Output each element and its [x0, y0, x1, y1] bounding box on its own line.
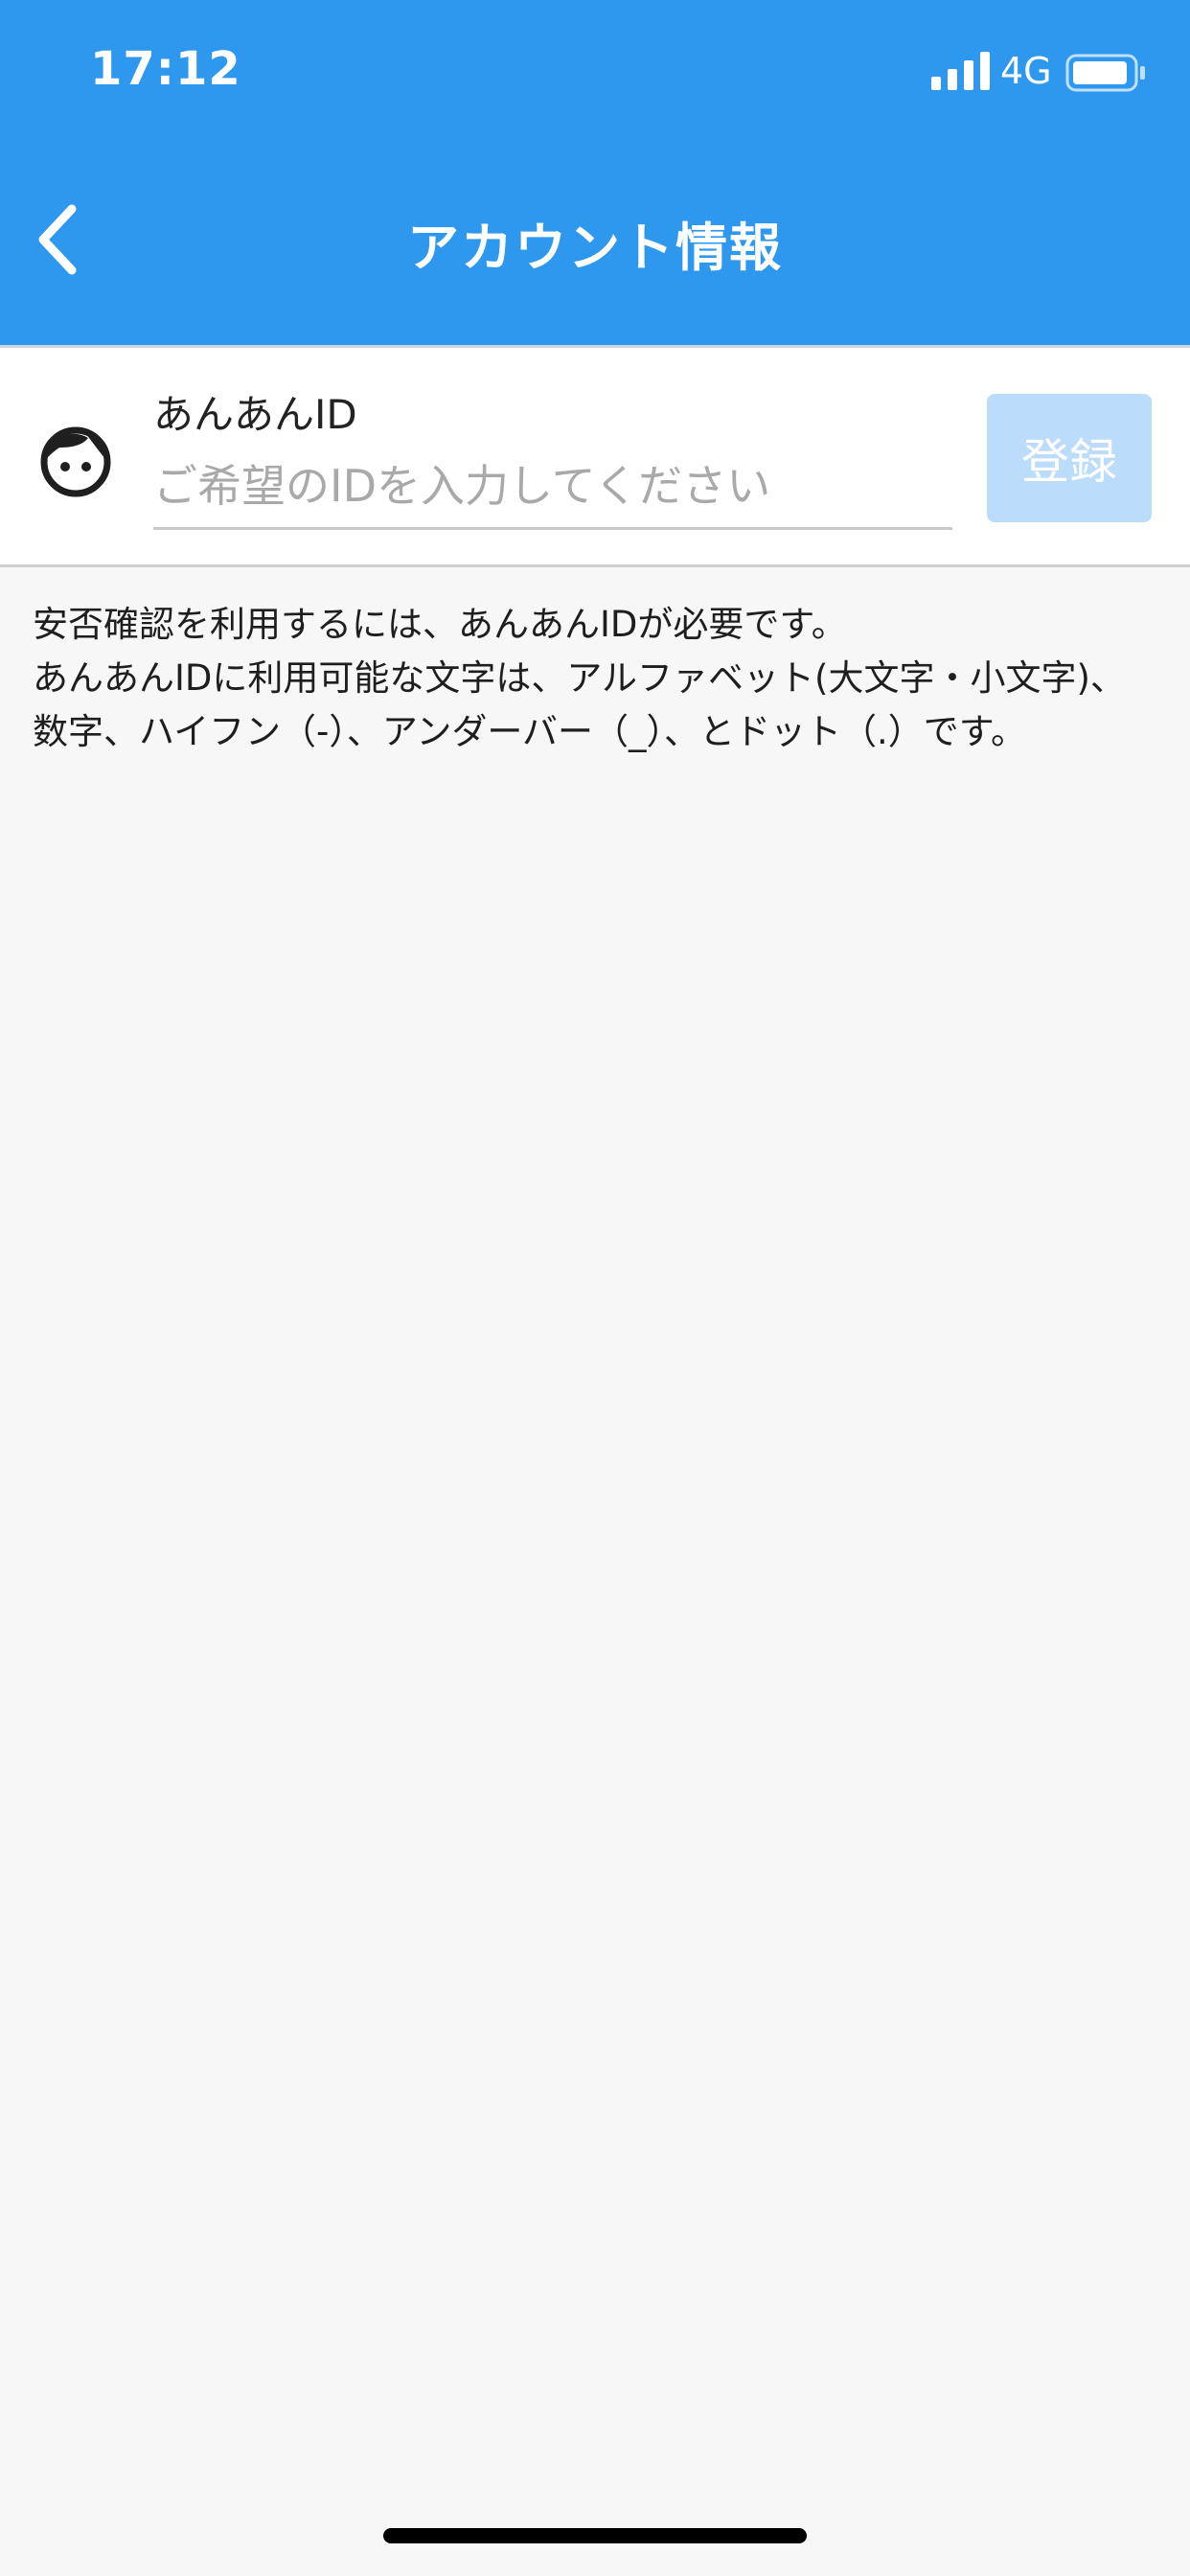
battery-icon [1065, 54, 1145, 92]
register-button[interactable]: 登録 [987, 394, 1152, 522]
status-time: 17:12 [90, 42, 241, 96]
account-info-screen: 17:12 4G アカウント情報 あんあんID ご希望のIDを入力してください … [0, 0, 1190, 2576]
page-title: アカウント情報 [407, 218, 783, 278]
id-description: 安否確認を利用するには、あんあんIDが必要です。 あんあんIDに利用可能な文字は… [33, 598, 1159, 759]
face-icon [40, 426, 111, 497]
network-label: 4G [1000, 50, 1052, 92]
id-input[interactable] [153, 444, 952, 530]
signal-icon [931, 52, 990, 90]
home-indicator[interactable] [383, 2528, 807, 2543]
description-line-1: 安否確認を利用するには、あんあんIDが必要です。 [33, 604, 847, 645]
header: 17:12 4G アカウント情報 [0, 0, 1190, 345]
id-field-label: あんあんID [153, 391, 357, 438]
status-bar: 17:12 4G [0, 0, 1190, 144]
id-form-card: あんあんID 登録 [0, 345, 1190, 567]
navigation-bar: アカウント情報 [0, 144, 1190, 345]
description-line-2: あんあんIDに利用可能な文字は、アルファベット(大文字・小文字)、数字、ハイフン… [33, 657, 1126, 752]
